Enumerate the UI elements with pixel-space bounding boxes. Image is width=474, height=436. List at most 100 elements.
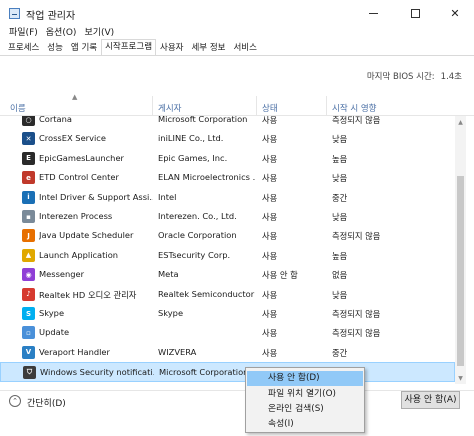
startup-row[interactable]: ▫ Update 사용 측정되지 않음 — [0, 323, 455, 342]
status: 사용 — [262, 192, 278, 203]
java-icon: J — [22, 229, 35, 243]
startup-row[interactable]: ▲ Launch Application ESTsecurity Corp. 사용 높음 — [0, 246, 455, 265]
last-bios-time: 마지막 BIOS 시간: 1.4초 — [367, 70, 462, 82]
startup-impact: 중간 — [332, 347, 348, 358]
interezen-icon: ▪ — [22, 210, 35, 223]
sort-ascending-icon: ▲ — [72, 93, 78, 101]
startup-impact: 낮음 — [332, 212, 348, 222]
tab-services[interactable]: 서비스 — [229, 41, 260, 55]
startup-impact: 측정되지 않음 — [332, 116, 381, 125]
status: 사용 — [262, 289, 278, 300]
tab-details[interactable]: 세부 정보 — [187, 41, 229, 55]
publisher: Microsoft Corporation — [159, 367, 249, 378]
app-name: Skype — [39, 308, 65, 318]
maximize-button[interactable] — [396, 0, 434, 26]
context-menu-disable[interactable]: 사용 안 함(D) — [247, 371, 363, 386]
app-name: Intel Driver & Support Assi... — [39, 191, 153, 202]
cortana-icon: ○ — [22, 116, 35, 126]
startup-impact: 측정되지 않음 — [332, 231, 381, 242]
menu-view[interactable]: 보기(V) — [80, 26, 118, 40]
app-name: Veraport Handler — [39, 346, 110, 357]
column-divider[interactable] — [256, 96, 257, 115]
startup-row[interactable]: ⛉ Windows Security notificati... Microsoft… — [0, 362, 455, 382]
app-name: EpicGamesLauncher — [39, 152, 124, 163]
realtek-icon: ♪ — [22, 287, 35, 301]
publisher: Skype — [158, 308, 184, 318]
disable-button[interactable]: 사용 안 함(A) — [401, 391, 460, 409]
close-button[interactable]: ✕ — [436, 0, 474, 26]
startup-row[interactable]: ◉ Messenger Meta 사용 안 함 없음 — [0, 265, 455, 284]
minimize-button[interactable] — [354, 0, 392, 26]
epic-games-icon: E — [22, 151, 35, 165]
startup-row[interactable]: e ETD Control Center ELAN Microelectronics… — [0, 168, 455, 187]
app-name: Messenger — [39, 269, 85, 280]
startup-row[interactable]: V Veraport Handler WIZVERA 사용 중간 — [0, 343, 455, 362]
title-bar: 작업 관리자 ✕ — [0, 0, 474, 26]
vertical-scrollbar[interactable]: ▲ ▼ — [455, 116, 466, 384]
startup-impact: 높음 — [332, 153, 348, 164]
menu-bar: 파일(F) 옵션(O) 보기(V) — [0, 26, 474, 40]
column-header-startup-impact[interactable]: 시작 시 영향 — [332, 102, 377, 114]
maximize-icon — [410, 8, 420, 18]
status: 사용 — [262, 328, 278, 339]
publisher: Meta — [158, 269, 179, 280]
scroll-up-arrow-icon[interactable]: ▲ — [455, 116, 466, 128]
scrollbar-thumb[interactable] — [457, 176, 464, 366]
tab-startup[interactable]: 시작프로그램 — [101, 39, 157, 55]
status: 사용 — [262, 250, 278, 261]
context-menu-open-file-location[interactable]: 파일 위치 열기(O) — [247, 387, 363, 402]
column-divider[interactable] — [326, 96, 327, 115]
bios-label: 마지막 BIOS 시간: — [366, 72, 435, 82]
skype-icon: S — [22, 307, 35, 320]
app-name: Realtek HD 오디오 관리자 — [39, 289, 137, 300]
context-menu-search-online[interactable]: 온라인 검색(S) — [247, 402, 363, 417]
column-divider[interactable] — [152, 96, 153, 115]
intel-icon: i — [22, 190, 35, 204]
context-menu-properties[interactable]: 속성(I) — [247, 417, 363, 432]
publisher: Epic Games, Inc. — [158, 152, 228, 163]
fewer-details-icon[interactable]: ⌃ — [9, 395, 21, 407]
status: 사용 — [262, 173, 278, 184]
task-manager-icon — [9, 8, 20, 19]
startup-impact: 측정되지 않음 — [332, 328, 381, 339]
app-name: Windows Security notificati... — [40, 367, 154, 378]
startup-row[interactable]: J Java Update Scheduler Oracle Corporation… — [0, 226, 455, 245]
column-header-status[interactable]: 상태 — [262, 102, 278, 114]
column-header-publisher[interactable]: 게시자 — [158, 102, 181, 114]
tab-users[interactable]: 사용자 — [156, 41, 187, 55]
publisher: Microsoft Corporation — [158, 116, 248, 124]
startup-row[interactable]: ♪ Realtek HD 오디오 관리자 Realtek Semiconductor… — [0, 285, 455, 304]
tab-processes[interactable]: 프로세스 — [4, 41, 43, 55]
app-name: Java Update Scheduler — [39, 230, 134, 241]
publisher: Intel — [158, 191, 177, 202]
close-icon: ✕ — [450, 6, 460, 20]
app-name: Cortana — [39, 116, 72, 124]
startup-row[interactable]: S Skype Skype 사용 측정되지 않음 — [0, 304, 455, 323]
app-name: Interezen Process — [39, 211, 113, 221]
status: 사용 — [262, 153, 278, 164]
app-name: CrossEX Service — [39, 133, 106, 144]
scroll-down-arrow-icon[interactable]: ▼ — [455, 372, 466, 384]
tab-bar: 프로세스 성능 앱 기록 시작프로그램 사용자 세부 정보 서비스 — [0, 39, 474, 56]
fewer-details-link[interactable]: 간단히(D) — [27, 396, 66, 409]
startup-row[interactable]: ✕ CrossEX Service iniLINE Co., Ltd. 사용 낮음 — [0, 129, 455, 148]
menu-file[interactable]: 파일(F) — [5, 26, 42, 40]
startup-impact: 낮음 — [332, 289, 348, 300]
context-menu: 사용 안 함(D) 파일 위치 열기(O) 온라인 검색(S) 속성(I) — [245, 367, 365, 433]
crossex-icon: ✕ — [22, 132, 35, 146]
tab-performance[interactable]: 성능 — [43, 41, 67, 55]
status: 사용 — [262, 231, 278, 242]
column-header-name[interactable]: 이름 — [10, 102, 26, 114]
startup-row[interactable]: ○ Cortana Microsoft Corporation 사용 측정되지 않음 — [0, 116, 455, 129]
startup-row[interactable]: i Intel Driver & Support Assi... Intel 사용 중간 — [0, 188, 455, 207]
startup-row[interactable]: E EpicGamesLauncher Epic Games, Inc. 사용 높음 — [0, 149, 455, 168]
app-name: Launch Application — [39, 249, 119, 260]
tab-app-history[interactable]: 앱 기록 — [67, 41, 101, 55]
publisher: ESTsecurity Corp. — [158, 249, 231, 260]
menu-options[interactable]: 옵션(O) — [42, 26, 81, 40]
status: 사용 — [262, 116, 278, 125]
startup-row[interactable]: ▪ Interezen Process Interezen. Co., Ltd. 사용… — [0, 207, 455, 226]
status: 사용 — [262, 134, 278, 145]
status: 사용 안 함 — [262, 270, 298, 281]
minimize-icon — [368, 12, 378, 14]
